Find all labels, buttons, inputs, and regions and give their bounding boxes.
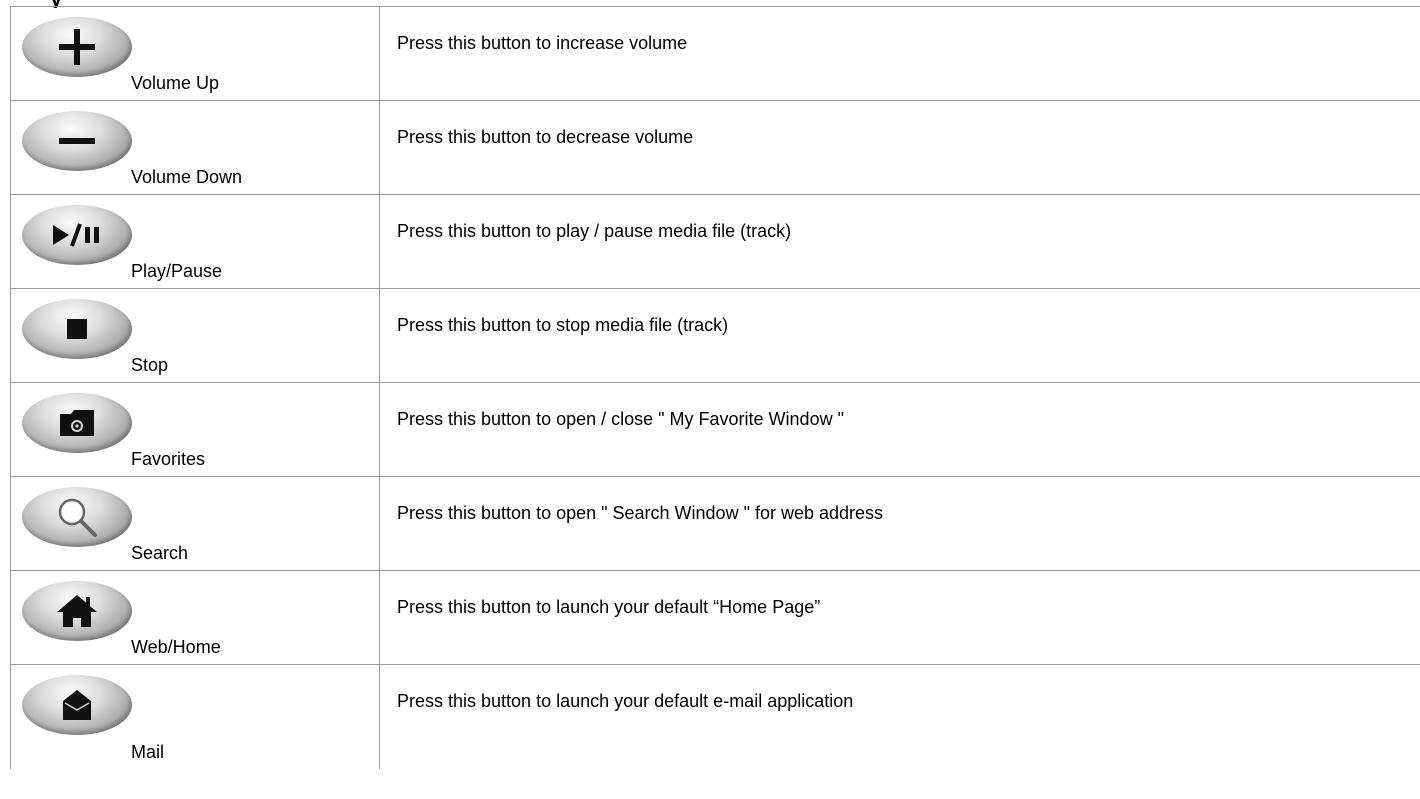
table-row: Play/Pause Press this button to play / p… xyxy=(10,194,1420,289)
home-icon xyxy=(57,595,97,627)
table-row: Search Press this button to open " Searc… xyxy=(10,476,1420,571)
table-row: Favorites Press this button to open / cl… xyxy=(10,382,1420,477)
folder-favorites-icon xyxy=(60,410,94,436)
mail-icon xyxy=(63,690,91,720)
key-label: Stop xyxy=(131,355,169,375)
web-home-button xyxy=(22,581,132,641)
stop-button xyxy=(22,299,132,359)
key-description: Press this button to launch your default… xyxy=(397,691,854,711)
table-row: Volume Up Press this button to increase … xyxy=(10,6,1420,101)
minus-icon xyxy=(59,138,95,144)
key-description: Press this button to decrease volume xyxy=(397,127,694,147)
favorites-button xyxy=(22,393,132,453)
key-cell: Web/Home xyxy=(10,570,380,665)
table-row: Web/Home Press this button to launch you… xyxy=(10,570,1420,665)
key-description: Press this button to increase volume xyxy=(397,33,688,53)
description-cell: Press this button to open " Search Windo… xyxy=(379,476,1420,571)
description-cell: Press this button to open / close " My F… xyxy=(379,382,1420,477)
key-cell: Favorites xyxy=(10,382,380,477)
description-cell: Press this button to launch your default… xyxy=(379,664,1420,769)
description-cell: Press this button to decrease volume xyxy=(379,100,1420,195)
key-description: Press this button to open " Search Windo… xyxy=(397,503,884,523)
key-description: Press this button to play / pause media … xyxy=(397,221,792,241)
volume-up-button xyxy=(22,17,132,77)
table-row: Volume Down Press this button to decreas… xyxy=(10,100,1420,195)
magnifier-icon xyxy=(58,498,97,537)
hotkey-table: Volume Up Press this button to increase … xyxy=(10,6,1420,769)
key-cell: Play/Pause xyxy=(10,194,380,289)
description-cell: Press this button to stop media file (tr… xyxy=(379,288,1420,383)
stop-icon xyxy=(67,319,87,339)
key-label: Web/Home xyxy=(131,637,221,657)
play-pause-icon xyxy=(53,223,99,247)
plus-icon xyxy=(59,29,95,65)
key-label: Volume Up xyxy=(131,73,220,93)
mail-button xyxy=(22,675,132,735)
volume-down-button xyxy=(22,111,132,171)
key-description: Press this button to launch your default… xyxy=(397,597,821,617)
search-button xyxy=(22,487,132,547)
key-description: Press this button to open / close " My F… xyxy=(397,409,844,429)
description-cell: Press this button to launch your default… xyxy=(379,570,1420,665)
key-cell: Volume Down xyxy=(10,100,380,195)
description-cell: Press this button to increase volume xyxy=(379,6,1420,101)
table-row: Stop Press this button to stop media fil… xyxy=(10,288,1420,383)
key-cell: Stop xyxy=(10,288,380,383)
key-label: Play/Pause xyxy=(131,261,223,281)
play-pause-button xyxy=(22,205,132,265)
key-label: Search xyxy=(131,543,189,563)
key-cell: Mail xyxy=(10,664,380,769)
key-label: Volume Down xyxy=(131,167,243,187)
key-description: Press this button to stop media file (tr… xyxy=(397,315,729,335)
key-label: Favorites xyxy=(131,449,206,469)
description-cell: Press this button to play / pause media … xyxy=(379,194,1420,289)
key-cell: Volume Up xyxy=(10,6,380,101)
table-row: Mail Press this button to launch your de… xyxy=(10,664,1420,769)
key-label: Mail xyxy=(131,741,165,762)
key-cell: Search xyxy=(10,476,380,571)
